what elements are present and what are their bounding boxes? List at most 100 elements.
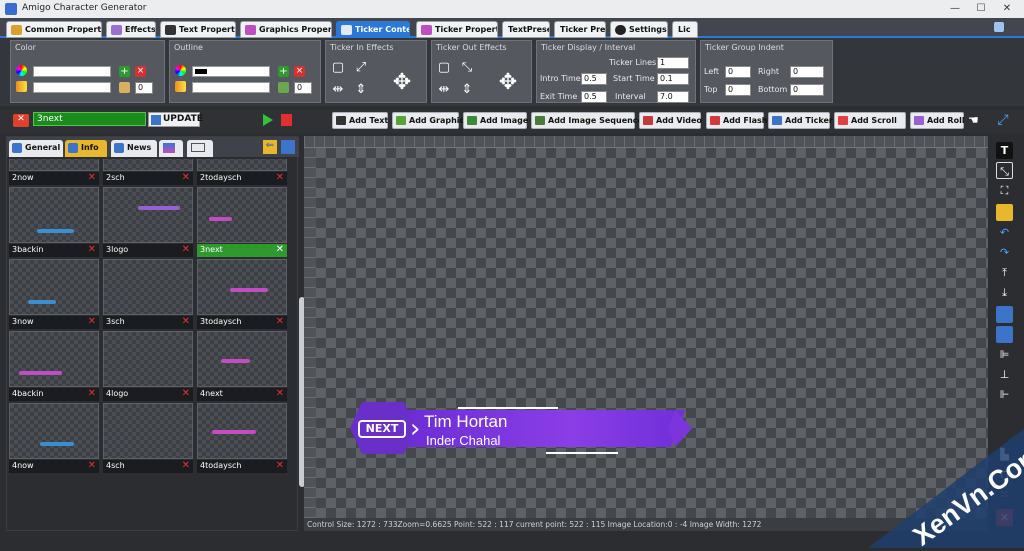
add-ticker-button[interactable]: Add Ticker [768,112,833,129]
preset-item[interactable]: 3logo ✕ [103,187,193,257]
tab-graphics-properties[interactable]: Graphics Properties [240,21,332,38]
delete-preset-icon[interactable]: ✕ [88,316,96,327]
grid-snap-icon[interactable]: ⁙ [996,486,1013,503]
out-fade-icon[interactable]: ▢ [437,61,451,75]
out-vsplit-icon[interactable]: ⇕ [460,83,474,97]
indent-top-spin[interactable]: 0 [725,84,751,96]
tab-lic[interactable]: Lic [672,21,698,38]
tab-settings[interactable]: Settings [610,21,668,38]
delete-preset-icon[interactable]: ✕ [276,244,284,255]
tab-common-properties[interactable]: Common Properties [6,21,102,38]
add-graphic-button[interactable]: Add Graphic [392,112,464,129]
item-name-input[interactable]: 3next [33,112,146,126]
preset-item[interactable]: 3sch ✕ [103,259,193,329]
stop-icon[interactable] [281,114,292,126]
add-text-button[interactable]: Add Text [332,112,388,129]
preset-item[interactable]: 4backin ✕ [9,331,99,401]
back-arrow-icon[interactable]: ⇐ [263,140,277,154]
close-button[interactable]: ✕ [996,1,1018,17]
preset-item[interactable]: 4logo ✕ [103,331,193,401]
add-roll-button[interactable]: Add Roll [910,112,965,129]
redo-icon[interactable]: ↷ [996,244,1013,261]
color-swatch[interactable] [33,66,111,77]
add-color-icon[interactable]: + [119,66,130,77]
fullscreen-icon[interactable]: ⤢ [994,112,1012,129]
lower-third-graphic[interactable]: NEXT › Tim Hortan Inder Chahal [350,398,692,456]
preset-item[interactable]: 4now ✕ [9,403,99,473]
out-hsplit-icon[interactable]: ⇹ [437,83,451,97]
play-icon[interactable] [263,114,273,126]
start-time-spin[interactable]: 0.1 [657,73,689,85]
effect-vsplit-icon[interactable]: ⇕ [354,83,368,97]
tab-layers[interactable] [159,140,183,157]
send-backward-icon[interactable] [996,326,1013,343]
delete-preset-icon[interactable]: ✕ [182,244,190,255]
outline-swatch[interactable] [192,66,270,77]
help-icon[interactable] [994,22,1004,32]
out-collapse-icon[interactable]: ⤡ [460,61,474,75]
tab-info[interactable]: Info [65,140,107,157]
effect-hsplit-icon[interactable]: ⇹ [331,83,345,97]
tab-news[interactable]: News [111,140,157,157]
align-right-icon[interactable]: ⊩ [996,386,1013,403]
remove-color-icon[interactable]: × [135,66,146,77]
delete-preset-icon[interactable]: ✕ [276,460,284,471]
preset-item[interactable]: 4sch ✕ [103,403,193,473]
preset-item[interactable]: 3backin ✕ [9,187,99,257]
preset-item[interactable]: 3next ✕ [197,187,287,257]
outline-width-spin[interactable]: 0 [294,82,312,94]
update-button[interactable]: UPDATE [148,112,203,127]
effect-zoom-in-icon[interactable]: ✥ [388,69,416,97]
add-image-sequence-button[interactable]: Add Image Sequence [531,112,643,129]
bring-to-top-icon[interactable]: ⤒ [996,264,1013,281]
resize-tool-icon[interactable]: ⤡ [996,162,1013,179]
delete-preset-icon[interactable]: ✕ [276,316,284,327]
subtitle-line[interactable]: Inder Chahal [426,433,500,448]
minimize-button[interactable]: — [944,1,966,17]
effect-fade-icon[interactable]: ▢ [331,61,345,75]
clear-name-icon[interactable]: ✕ [13,114,29,127]
add-video-button[interactable]: Add Video [639,112,702,129]
remove-outline-icon[interactable]: × [294,66,305,77]
delete-preset-icon[interactable]: ✕ [182,460,190,471]
gradient-icon[interactable] [16,81,27,92]
fit-icon[interactable]: ⛶ [996,182,1013,199]
delete-icon[interactable]: ✕ [996,509,1013,526]
delete-preset-icon[interactable]: ✕ [276,388,284,399]
preset-item[interactable]: 4next ✕ [197,331,287,401]
add-image-button[interactable]: Add Image [463,112,528,129]
delete-preset-icon[interactable]: ✕ [182,388,190,399]
align-left-icon[interactable]: ⊫ [996,346,1013,363]
add-flash-button[interactable]: Add Flash [706,112,768,129]
delete-preset-icon[interactable]: ✕ [276,172,284,183]
send-to-bottom-icon[interactable]: ⤓ [996,284,1013,301]
panel-toggle-icon[interactable] [281,140,295,154]
align-bottom-icon[interactable]: ▙ [996,446,1013,463]
tab-effects[interactable]: Effects [106,21,156,38]
ticker-lines-spin[interactable]: 1 [657,57,689,69]
maximize-button[interactable]: ☐ [970,1,992,17]
delete-preset-icon[interactable]: ✕ [88,244,96,255]
indent-bottom-spin[interactable]: 0 [790,84,824,96]
outline-gradient-icon[interactable] [175,81,186,92]
delete-preset-icon[interactable]: ✕ [88,460,96,471]
delete-preset-icon[interactable]: ✕ [88,388,96,399]
tab-general[interactable]: General [9,140,63,157]
undo-icon[interactable]: ↶ [996,224,1013,241]
out-zoom-icon[interactable]: ✥ [494,69,522,97]
delete-preset-icon[interactable]: ✕ [182,316,190,327]
text-tool-icon[interactable]: T [996,142,1013,159]
exit-time-spin[interactable]: 0.5 [581,91,607,103]
color-wheel-icon[interactable] [16,65,27,76]
add-scroll-button[interactable]: Add Scroll [834,112,906,129]
preset-item[interactable]: 3todaysch ✕ [197,259,287,329]
preset-item[interactable]: 3now ✕ [9,259,99,329]
tab-text-properties[interactable]: Text Properties [160,21,236,38]
tab-ticker-preset[interactable]: Ticker Preset [554,21,606,38]
preset-item[interactable]: 2sch ✕ [103,159,193,185]
name-line[interactable]: Tim Hortan [424,412,507,432]
color-gradient-select[interactable] [33,82,111,93]
outline-gradient-select[interactable] [192,82,270,93]
interval-spin[interactable]: 7.0 [657,91,689,103]
delete-preset-icon[interactable]: ✕ [88,172,96,183]
